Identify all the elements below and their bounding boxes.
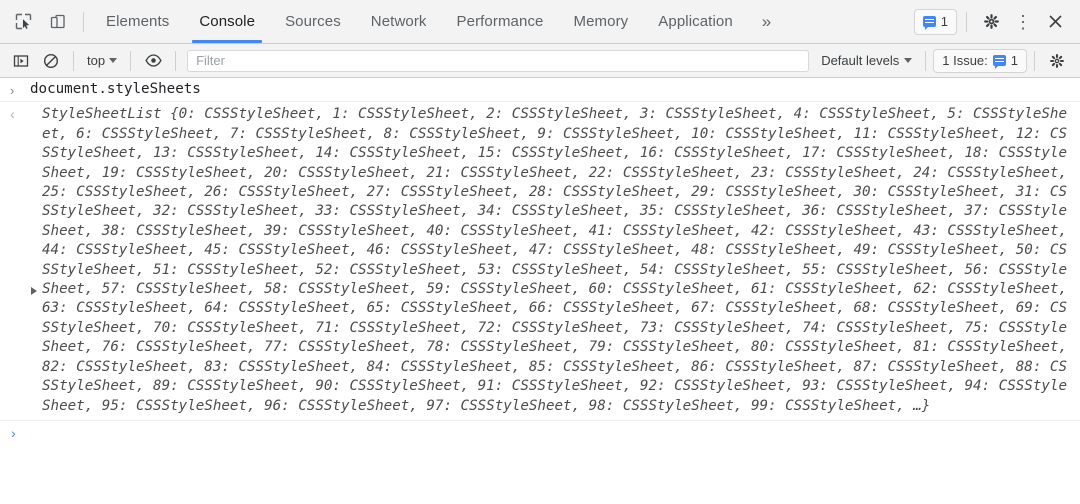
clear-console-icon[interactable] — [36, 46, 66, 76]
log-levels-selector[interactable]: Default levels — [815, 51, 918, 70]
toolbar-divider-1 — [73, 50, 74, 71]
tabbar-spacer — [785, 0, 914, 43]
more-options-kebab-icon[interactable]: ⋮ — [1008, 7, 1038, 37]
issues-bubble-icon — [922, 16, 936, 30]
toolbar-divider-3 — [175, 50, 177, 71]
tab-console-label: Console — [199, 13, 256, 30]
tab-elements-label: Elements — [106, 13, 170, 30]
result-marker-icon: ‹ — [10, 106, 15, 123]
tab-sources[interactable]: Sources — [270, 0, 356, 43]
expand-object-triangle-icon[interactable] — [31, 287, 37, 296]
sidebar-glyph — [13, 54, 29, 67]
settings-gear-icon[interactable] — [976, 7, 1006, 37]
inspect-element-glyph — [15, 13, 31, 30]
console-command-text: document.styleSheets — [30, 81, 201, 97]
console-message-list[interactable]: › document.styleSheets ‹ StyleSheetList … — [0, 78, 1080, 504]
inspect-element-icon[interactable] — [8, 7, 38, 37]
console-settings-gear-icon[interactable] — [1042, 46, 1072, 76]
device-toolbar-glyph — [50, 14, 65, 29]
close-devtools-icon[interactable] — [1040, 7, 1070, 37]
issues-bubble-icon — [992, 55, 1006, 69]
tabbar-left-icons — [0, 0, 91, 43]
tab-network-label: Network — [370, 13, 427, 30]
console-prompt-row[interactable]: › — [0, 421, 1080, 445]
tab-application-label: Application — [658, 13, 733, 30]
issues-badge[interactable]: 1 — [913, 8, 957, 35]
tab-console[interactable]: Console — [184, 0, 270, 43]
close-glyph — [1048, 15, 1062, 28]
eye-glyph — [144, 54, 162, 67]
more-tabs-icon[interactable]: » — [748, 0, 785, 43]
filter-input[interactable] — [187, 49, 810, 72]
tab-performance-label: Performance — [456, 13, 544, 30]
chevron-down-icon — [109, 58, 118, 63]
panel-tabs: Elements Console Sources Network Perform… — [91, 0, 785, 43]
console-command-message[interactable]: › document.styleSheets — [0, 78, 1080, 103]
toolbar-divider-4 — [925, 50, 927, 71]
tab-memory[interactable]: Memory — [559, 0, 644, 43]
toolbar-divider-2 — [130, 50, 132, 71]
device-toolbar-icon[interactable] — [42, 7, 72, 37]
devtools-tab-bar: Elements Console Sources Network Perform… — [0, 0, 1080, 44]
tabbar-right-divider — [966, 11, 967, 32]
gear-glyph — [983, 14, 999, 29]
command-marker-icon: › — [10, 83, 15, 98]
tab-memory-label: Memory — [573, 13, 629, 30]
tab-elements[interactable]: Elements — [91, 0, 184, 43]
log-levels-label: Default levels — [821, 53, 900, 68]
tabbar-divider — [83, 11, 84, 32]
tab-performance[interactable]: Performance — [442, 0, 559, 43]
tab-network[interactable]: Network — [356, 0, 442, 43]
tabbar-right-icons: 1 ⋮ — [913, 0, 1080, 43]
issues-toolbar-badge[interactable]: 1 Issue: 1 — [933, 48, 1027, 73]
tab-application[interactable]: Application — [643, 0, 747, 43]
clear-glyph — [43, 53, 59, 68]
prompt-marker-icon: › — [11, 424, 16, 441]
console-prompt-input[interactable] — [25, 424, 1070, 442]
kebab-glyph: ⋮ — [1014, 11, 1032, 32]
execution-context-selector[interactable]: top — [81, 51, 123, 70]
issues-toolbar-count: 1 — [1010, 53, 1018, 68]
chevron-down-icon — [904, 58, 913, 63]
toolbar-divider-5 — [1034, 50, 1035, 71]
issues-count: 1 — [940, 14, 948, 29]
tab-sources-label: Sources — [285, 13, 341, 30]
live-expression-eye-icon[interactable] — [138, 46, 168, 76]
execution-context-label: top — [87, 53, 106, 68]
issues-toolbar-label: 1 Issue: — [942, 53, 988, 68]
gear-glyph — [1050, 53, 1064, 68]
console-result-text: StyleSheetList {0: CSSStyleSheet, 1: CSS… — [42, 106, 1076, 414]
console-sidebar-icon[interactable] — [6, 46, 36, 76]
console-toolbar: top Default levels 1 Issue: 1 — [0, 44, 1080, 78]
console-result-message[interactable]: ‹ StyleSheetList {0: CSSStyleSheet, 1: C… — [0, 102, 1080, 421]
